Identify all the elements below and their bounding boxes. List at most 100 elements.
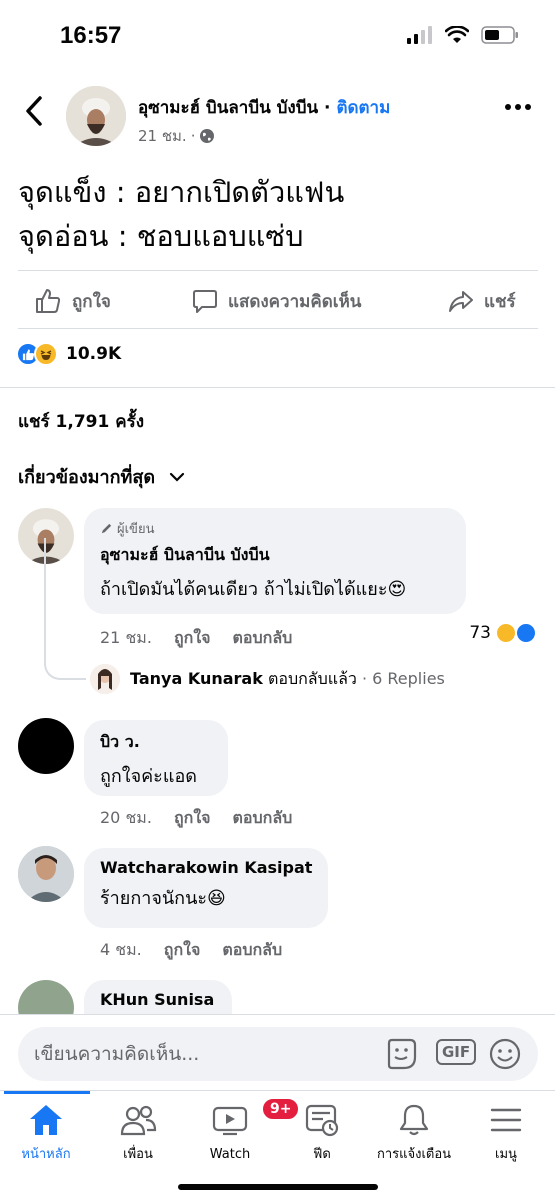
sticker-icon[interactable] xyxy=(384,1037,418,1071)
comment-reply-button[interactable]: ตอบกลับ xyxy=(222,938,282,963)
like-button[interactable]: ถูกใจ xyxy=(34,278,111,324)
reaction-count: 10.9K xyxy=(66,344,122,364)
like-label: ถูกใจ xyxy=(72,291,111,312)
follow-link[interactable]: ติดตาม xyxy=(336,98,390,118)
author-avatar[interactable] xyxy=(66,86,126,146)
like-reaction-icon xyxy=(515,622,537,644)
tab-feeds[interactable]: ฟีด xyxy=(276,1103,368,1164)
post-time[interactable]: 21 ชม. xyxy=(138,124,187,148)
comment-bubble-icon xyxy=(193,290,217,313)
post-meta: 21 ชม. · xyxy=(138,124,215,148)
divider xyxy=(18,328,538,329)
comment-text: ถูกใจค่ะแอด xyxy=(100,766,197,787)
status-bar: 16:57 xyxy=(0,0,555,72)
comment-text: ถ้าเปิดมันได้คนเดียว ถ้าไม่เปิดได้แยะ😍 xyxy=(100,579,407,600)
post-text: จุดแข็ง : อยากเปิดตัวแฟน จุดอ่อน : ชอบแอ… xyxy=(18,170,344,258)
comment-bubble[interactable]: บิว ว. ถูกใจค่ะแอด xyxy=(84,720,228,796)
thread-connector xyxy=(44,538,86,680)
reply-dot: · xyxy=(361,668,368,688)
tab-label: หน้าหลัก xyxy=(21,1147,71,1162)
comment-like-button[interactable]: ถูกใจ xyxy=(164,938,201,963)
action-bar: ถูกใจ แสดงความคิดเห็น แชร์ xyxy=(0,278,555,324)
post-header: อุซามะฮ์ บินลาบีน บังบีน · ติดตาม 21 ชม.… xyxy=(0,80,555,150)
share-count[interactable]: แชร์ 1,791 ครั้ง xyxy=(18,408,144,435)
friends-icon xyxy=(120,1105,157,1136)
active-tab-indicator xyxy=(4,1091,90,1094)
more-options-icon[interactable] xyxy=(505,104,531,110)
author-separator: · xyxy=(318,98,337,118)
commenter-name[interactable]: KHun Sunisa xyxy=(100,990,216,1009)
tab-watch[interactable]: 9+ Watch xyxy=(184,1097,301,1162)
comment-sort-dropdown[interactable]: เกี่ยวข้องมากที่สุด xyxy=(18,462,185,491)
author-line: อุซามะฮ์ บินลาบีน บังบีน · ติดตาม xyxy=(138,94,390,121)
comment-like-button[interactable]: ถูกใจ xyxy=(174,806,211,831)
author-badge: ผู้เขียน xyxy=(100,518,450,539)
comment-reply-button[interactable]: ตอบกลับ xyxy=(233,806,293,831)
tab-label: เพื่อน xyxy=(123,1147,153,1162)
battery-icon xyxy=(481,26,518,44)
tab-label: การแจ้งเตือน xyxy=(376,1147,452,1162)
comment-reply-button[interactable]: ตอบกลับ xyxy=(233,626,293,651)
globe-icon xyxy=(200,129,215,143)
comment-composer: GIF xyxy=(0,1014,555,1090)
comment-button[interactable]: แสดงความคิดเห็น xyxy=(192,278,361,324)
comment-like-button[interactable]: ถูกใจ xyxy=(174,626,211,651)
pencil-icon xyxy=(101,523,112,534)
reply-count: 6 Replies xyxy=(372,668,445,688)
haha-reaction-icon xyxy=(495,622,517,644)
thumbs-up-icon xyxy=(36,289,61,313)
share-label: แชร์ xyxy=(484,291,516,312)
comment-label: แสดงความคิดเห็น xyxy=(228,291,362,312)
comment-avatar[interactable] xyxy=(18,846,74,902)
comment-reaction-count: 73 xyxy=(469,623,491,643)
post-line-2: จุดอ่อน : ชอบแอบแซ่บ xyxy=(18,219,304,253)
divider xyxy=(18,270,538,271)
comment-bubble[interactable]: ผู้เขียน อุซามะฮ์ บินลาบีน บังบีน ถ้าเปิ… xyxy=(84,508,466,614)
menu-icon xyxy=(490,1108,522,1132)
share-button[interactable]: แชร์ xyxy=(448,278,516,324)
status-time: 16:57 xyxy=(60,22,122,49)
tab-notifications[interactable]: การแจ้งเตือน xyxy=(368,1103,460,1164)
reply-author: Tanya Kunarak xyxy=(130,668,263,688)
watch-icon xyxy=(212,1106,248,1136)
commenter-name[interactable]: อุซามะฮ์ บินลาบีน บังบีน xyxy=(100,543,450,568)
cellular-signal-icon xyxy=(407,26,432,44)
sort-label: เกี่ยวข้องมากที่สุด xyxy=(18,467,156,488)
tab-label: Watch xyxy=(209,1147,251,1162)
tab-home[interactable]: หน้าหลัก xyxy=(0,1103,92,1164)
feeds-icon xyxy=(305,1104,339,1137)
comment-actions: 4 ชม. ถูกใจ ตอบกลับ xyxy=(100,938,282,963)
view-replies-link[interactable]: Tanya Kunarak ตอบกลับแล้ว · 6 Replies xyxy=(90,664,445,694)
reply-action: ตอบกลับแล้ว xyxy=(267,668,357,688)
gif-button[interactable]: GIF xyxy=(436,1039,477,1065)
comment-avatar[interactable] xyxy=(18,718,74,774)
status-icons xyxy=(407,26,519,44)
bell-icon xyxy=(399,1104,429,1136)
comment-actions: 21 ชม. ถูกใจ ตอบกลับ xyxy=(100,626,292,651)
commenter-name[interactable]: Watcharakowin Kasipat xyxy=(100,858,312,877)
reaction-summary[interactable]: 10.9K xyxy=(16,342,121,366)
home-indicator xyxy=(178,1184,378,1190)
author-badge-label: ผู้เขียน xyxy=(117,522,155,537)
emoji-icon[interactable] xyxy=(488,1037,522,1071)
reply-avatar xyxy=(90,664,120,694)
tab-friends[interactable]: เพื่อน xyxy=(92,1103,184,1164)
comment-bubble[interactable]: Watcharakowin Kasipat ร้ายกาจนักนะ😆 xyxy=(84,848,328,928)
wifi-icon xyxy=(445,26,469,43)
author-name[interactable]: อุซามะฮ์ บินลาบีน บังบีน xyxy=(138,98,318,118)
comment-actions: 20 ชม. ถูกใจ ตอบกลับ xyxy=(100,806,292,831)
comment-time: 4 ชม. xyxy=(100,940,142,959)
section-divider xyxy=(0,387,555,388)
home-icon xyxy=(30,1105,62,1135)
share-arrow-icon xyxy=(449,291,473,312)
comment-time: 20 ชม. xyxy=(100,808,152,827)
commenter-name[interactable]: บิว ว. xyxy=(100,730,212,755)
tab-menu[interactable]: เมนู xyxy=(460,1103,552,1164)
tab-label: ฟีด xyxy=(313,1147,331,1162)
chevron-down-icon xyxy=(169,472,185,482)
meta-dot: · xyxy=(190,127,196,145)
back-arrow-icon[interactable] xyxy=(22,94,46,128)
comment-text: ร้ายกาจนักนะ😆 xyxy=(100,888,226,909)
comment-reactions[interactable]: 73 xyxy=(469,622,537,644)
bottom-tab-bar: หน้าหลัก เพื่อน 9+ Watch ฟีด การแจ้งเตือ… xyxy=(0,1090,555,1200)
